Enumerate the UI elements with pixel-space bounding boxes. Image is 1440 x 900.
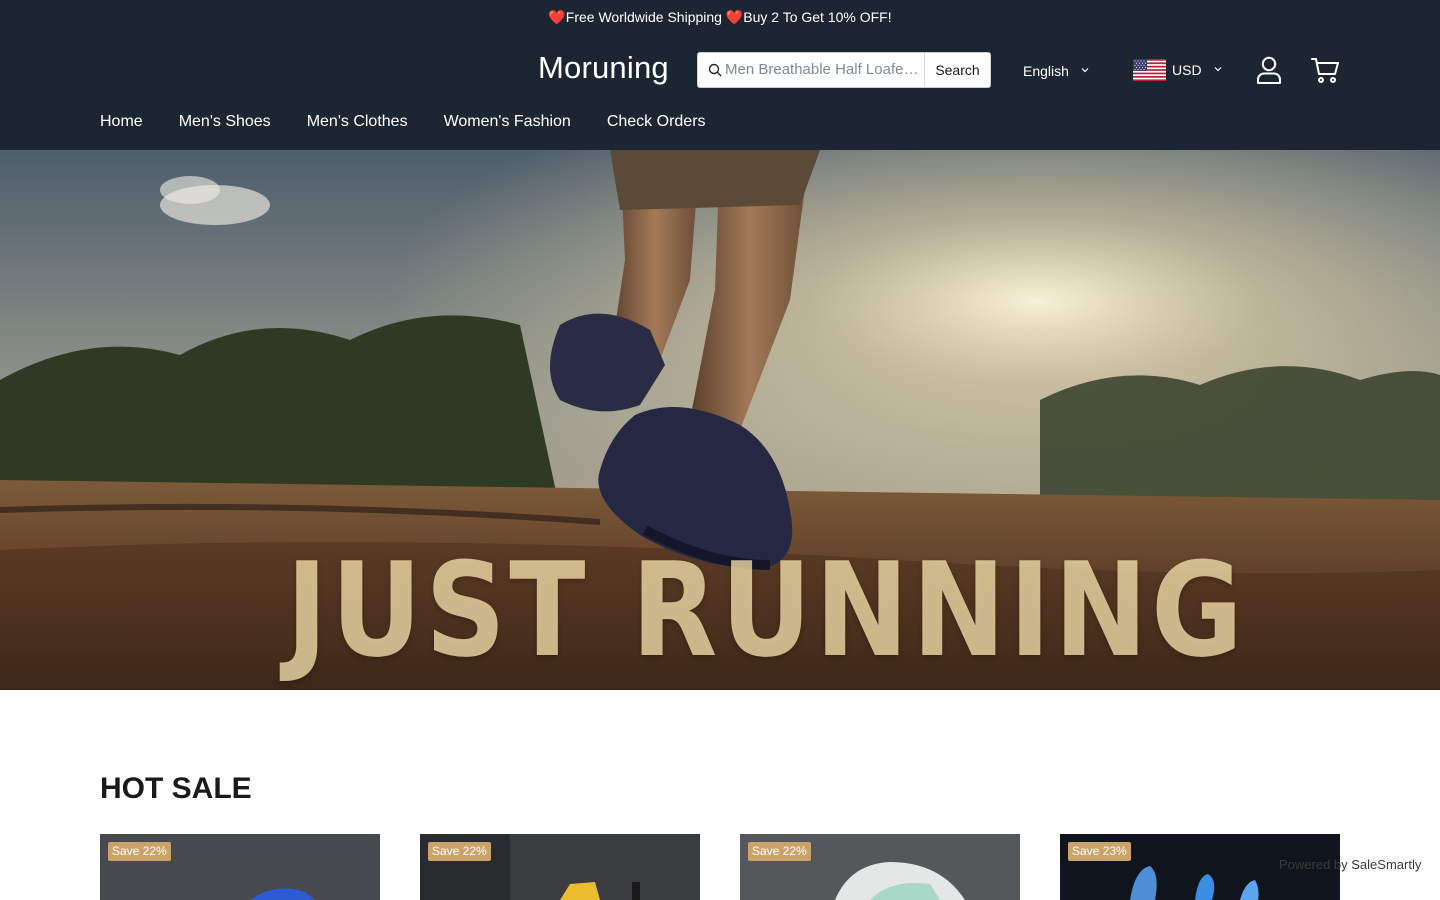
search-bar: Men Breathable Half Loafers Shoes Search (697, 52, 991, 88)
discount-badge: Save 22% (108, 842, 171, 861)
announcement-bar: ❤️Free Worldwide Shipping ❤️Buy 2 To Get… (548, 9, 892, 25)
nav-item-mens-clothes[interactable]: Men's Clothes (307, 111, 408, 133)
hero-headline: JUST RUNNING (286, 534, 1247, 686)
nav-item-mens-shoes[interactable]: Men's Shoes (179, 111, 271, 133)
main-nav: Home Men's Shoes Men's Clothes Women's F… (100, 111, 706, 133)
search-button[interactable]: Search (924, 53, 990, 87)
hero-banner[interactable]: JUST RUNNING (0, 150, 1440, 690)
nav-item-check-orders[interactable]: Check Orders (607, 111, 706, 133)
product-card[interactable]: Save 22% (740, 834, 1020, 900)
nav-item-womens-fashion[interactable]: Women's Fashion (444, 111, 571, 133)
discount-badge: Save 23% (1068, 842, 1131, 861)
hot-sale-heading: HOT SALE (100, 772, 252, 805)
discount-badge: Save 22% (428, 842, 491, 861)
discount-badge: Save 22% (748, 842, 811, 861)
search-icon (708, 63, 722, 77)
language-label: English (1023, 63, 1069, 79)
product-card[interactable]: Save 22% (100, 834, 380, 900)
chevron-down-icon (1214, 67, 1222, 72)
site-header: ❤️Free Worldwide Shipping ❤️Buy 2 To Get… (0, 0, 1440, 150)
search-input[interactable]: Men Breathable Half Loafers Shoes (725, 53, 921, 87)
chevron-down-icon (1081, 68, 1089, 73)
user-icon[interactable] (1256, 56, 1282, 84)
language-selector[interactable]: English (1023, 60, 1089, 82)
nav-item-home[interactable]: Home (100, 111, 143, 133)
chat-widget-credit[interactable]: Powered by SaleSmartly (1279, 857, 1421, 873)
cart-icon[interactable] (1311, 56, 1339, 84)
currency-label: USD (1172, 62, 1202, 78)
product-card[interactable]: Save 22% (420, 834, 700, 900)
store-logo[interactable]: Moruning (538, 50, 669, 86)
us-flag-icon (1133, 59, 1166, 81)
